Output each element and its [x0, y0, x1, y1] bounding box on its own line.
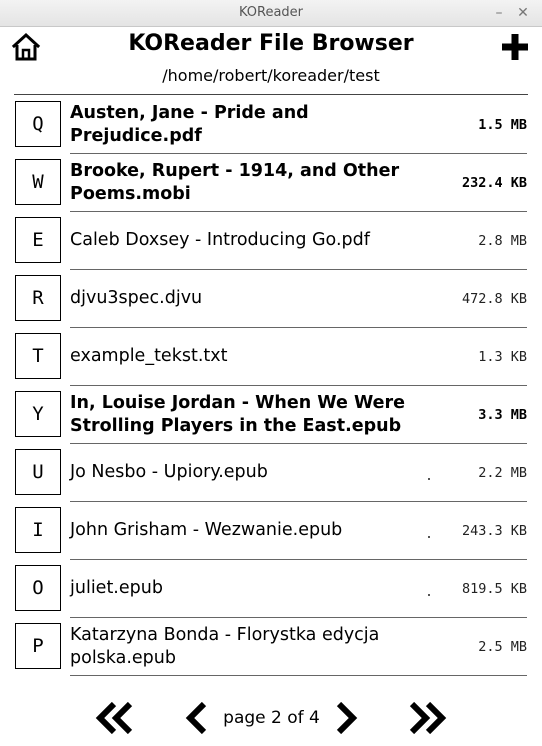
window-title: KOReader [238, 5, 304, 20]
close-button[interactable]: ✕ [514, 4, 532, 22]
file-size: 2.5 MB [478, 638, 527, 655]
shortcut-key[interactable]: Q [15, 101, 61, 147]
add-button[interactable] [500, 32, 530, 62]
file-row[interactable]: U Jo Nesbo - Upiory.epub 2.2 MB [0, 444, 542, 502]
file-size: 232.4 KB [461, 174, 527, 191]
shortcut-key[interactable]: E [15, 217, 61, 263]
file-row[interactable]: E Caleb Doxsey - Introducing Go.pdf 2.8 MB [0, 212, 542, 270]
file-row[interactable]: Q Austen, Jane - Pride and Prejudice.pdf 1… [0, 96, 542, 154]
first-page-button[interactable] [94, 701, 136, 735]
shortcut-key[interactable]: T [15, 333, 61, 379]
file-name: Jo Nesbo - Upiory.epub [70, 462, 268, 482]
file-name: Brooke, Rupert - 1914, and Other Poems.m… [70, 160, 400, 204]
home-button[interactable] [10, 31, 42, 63]
last-page-icon [409, 701, 447, 735]
file-row[interactable]: I John Grisham - Wezwanie.epub 243.3 KB [0, 502, 542, 560]
current-path: /home/robert/koreader/test [162, 66, 380, 85]
file-row[interactable]: Texample_tekst.txt 1.3 KB [0, 328, 542, 386]
shortcut-key[interactable]: I [15, 507, 61, 553]
shortcut-key[interactable]: P [15, 623, 61, 669]
plus-icon [502, 34, 528, 60]
file-size: 2.2 MB [478, 464, 527, 481]
file-name: djvu3spec.djvu [70, 288, 203, 308]
first-page-icon [95, 701, 133, 735]
previous-page-button[interactable] [182, 701, 210, 735]
pagination-bar: page 2 of 4 [0, 698, 542, 738]
file-row[interactable]: Rdjvu3spec.djvu 472.8 KB [0, 270, 542, 328]
next-page-icon [336, 701, 358, 735]
file-size: 3.3 MB [478, 406, 527, 423]
file-row[interactable]: P Katarzyna Bonda - Florystka edycja pols… [0, 618, 542, 676]
progress-dot-icon [428, 594, 430, 596]
file-name: example_tekst.txt [70, 346, 228, 366]
next-page-button[interactable] [333, 701, 361, 735]
file-row[interactable]: Y In, Louise Jordan - When We Were Stroll… [0, 386, 542, 444]
file-size: 2.8 MB [478, 232, 527, 249]
page-indicator[interactable]: page 2 of 4 [210, 708, 333, 728]
file-name: In, Louise Jordan - When We Were Strolli… [70, 392, 405, 436]
file-row[interactable]: Ojuliet.epub 819.5 KB [0, 560, 542, 618]
file-name: John Grisham - Wezwanie.epub [70, 520, 343, 540]
previous-page-icon [185, 701, 207, 735]
file-row[interactable]: W Brooke, Rupert - 1914, and Other Poems.… [0, 154, 542, 212]
shortcut-key[interactable]: W [15, 159, 61, 205]
file-size: 472.8 KB [461, 290, 527, 307]
file-name: Austen, Jane - Pride and Prejudice.pdf [70, 102, 309, 146]
file-name: Katarzyna Bonda - Florystka edycja polsk… [70, 624, 380, 668]
file-size: 819.5 KB [461, 580, 527, 597]
shortcut-key[interactable]: Y [15, 391, 61, 437]
last-page-button[interactable] [406, 701, 448, 735]
shortcut-key[interactable]: U [15, 449, 61, 495]
page-title: KOReader File Browser [128, 31, 414, 56]
shortcut-key[interactable]: O [15, 565, 61, 611]
header-divider [14, 94, 528, 95]
file-name: Caleb Doxsey - Introducing Go.pdf [70, 230, 370, 250]
progress-dot-icon [428, 536, 430, 538]
row-divider [70, 675, 527, 676]
progress-dot-icon [428, 478, 430, 480]
home-icon [11, 32, 41, 61]
file-size: 1.3 KB [478, 348, 527, 365]
shortcut-key[interactable]: R [15, 275, 61, 321]
file-size: 243.3 KB [461, 522, 527, 539]
minimize-button[interactable]: – [490, 4, 508, 22]
file-size: 1.5 MB [478, 116, 527, 133]
window-titlebar: KOReader – ✕ [0, 0, 542, 27]
file-name: juliet.epub [70, 578, 163, 598]
koreader-window: KOReader – ✕ KOReader File Browser /home… [0, 0, 542, 746]
